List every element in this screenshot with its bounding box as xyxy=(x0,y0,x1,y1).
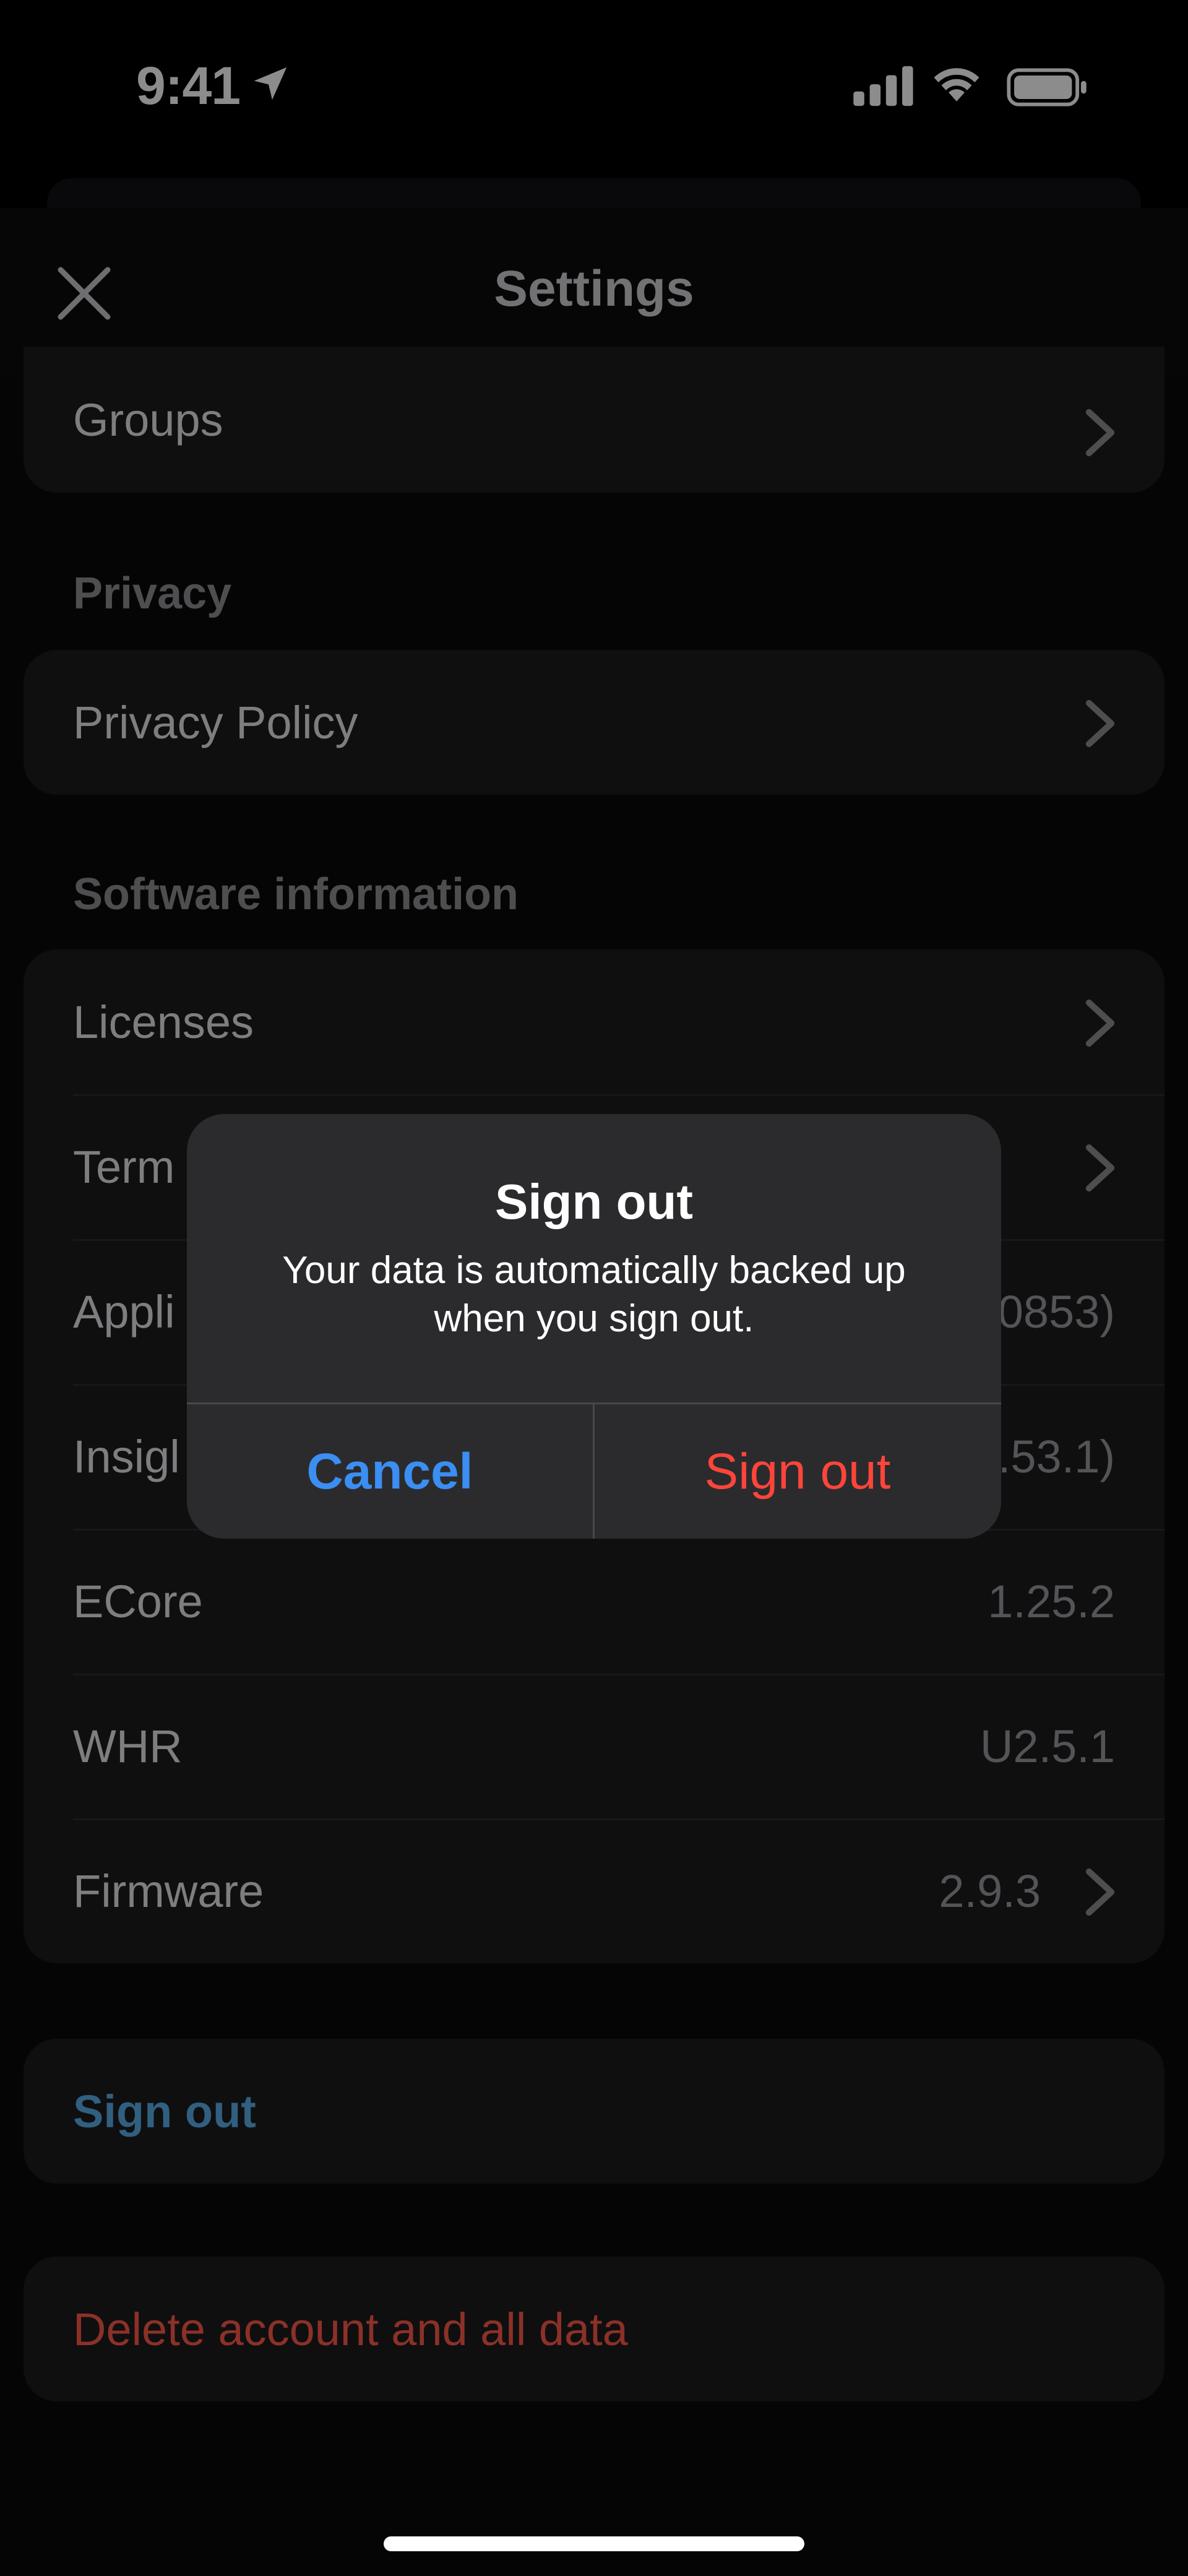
alert-title: Sign out xyxy=(495,1174,693,1229)
home-indicator[interactable] xyxy=(384,2536,804,2551)
alert-cancel-button[interactable]: Cancel xyxy=(187,1404,593,1539)
sign-out-alert: Sign out Your data is automatically back… xyxy=(187,1114,1001,1539)
alert-message: Your data is automatically backed up whe… xyxy=(282,1249,906,1340)
alert-confirm-sign-out-button[interactable]: Sign out xyxy=(595,1404,1001,1539)
settings-screen: 9:41 Settings Groups Privacy Privacy Pol… xyxy=(0,0,1188,2576)
